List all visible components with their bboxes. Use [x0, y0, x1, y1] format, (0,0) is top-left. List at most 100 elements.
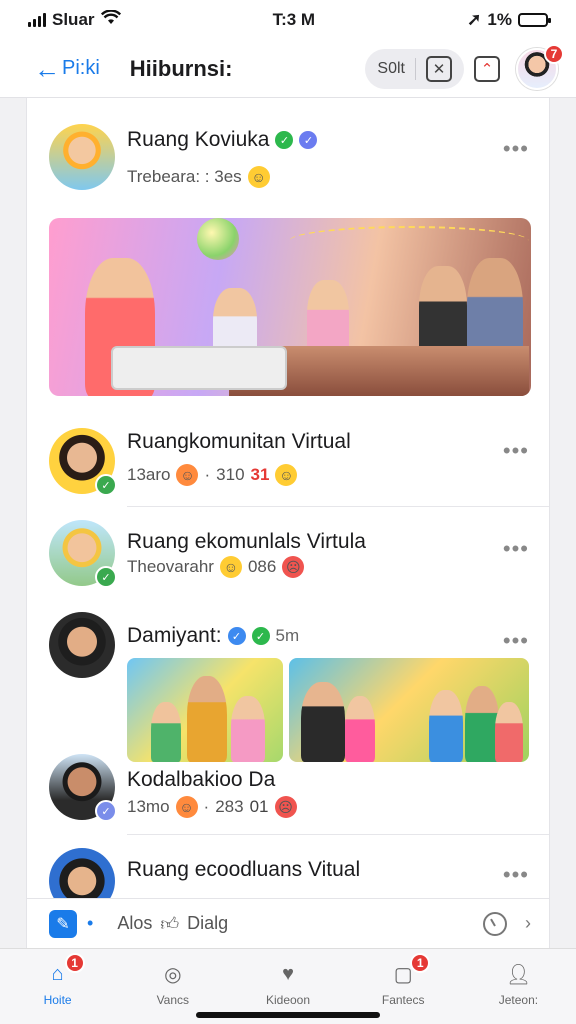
avatar[interactable]: [49, 124, 115, 190]
verified-icon: ✓: [227, 627, 246, 645]
tab-label: Fantecs: [381, 993, 425, 1007]
profile-badge: 7: [544, 43, 564, 64]
signal-icon: [28, 13, 46, 27]
app-header: ← Pi:ki Hiiburnsi: S0lt ✕ ⌃ 7: [0, 40, 576, 98]
back-label: Pi:ki: [62, 57, 100, 79]
post-author-name[interactable]: Ruangkomunitan Virtual: [127, 430, 351, 454]
meta-dot: ·: [204, 465, 211, 484]
angry-emoji-icon: ☹: [274, 796, 297, 818]
home-icon: ⌂ 1: [43, 953, 85, 989]
profile-avatar[interactable]: 7: [516, 43, 564, 90]
compose-label-b[interactable]: Dialg: [187, 913, 228, 934]
status-right: ➚ 1%: [467, 10, 551, 30]
heart-icon: ♥: [282, 962, 294, 985]
post-author-name[interactable]: Kodalbakioo Da: [127, 768, 275, 792]
back-button[interactable]: ← Pi:ki: [34, 56, 100, 82]
avatar[interactable]: [49, 612, 115, 678]
console-shape: [111, 346, 287, 390]
compose-icon[interactable]: ✎: [49, 909, 77, 938]
tab-label: Vancs: [156, 993, 190, 1007]
clock-icon[interactable]: [483, 911, 507, 936]
post-author-name: Damiyant:: [127, 624, 222, 647]
more-options-icon[interactable]: •••: [503, 628, 529, 654]
carrier-label: Sluar: [52, 10, 95, 29]
tab-label: Hoite: [43, 993, 72, 1007]
battery-icon: [517, 13, 551, 27]
clock-time: T:3 M: [272, 10, 316, 29]
post-meta: Trebeara: : 3es ☺: [127, 166, 270, 188]
post-3-meta-row: Theovarahr ☺ 086 ☹: [27, 556, 549, 586]
meta-text-a: 13aro: [127, 465, 171, 484]
home-indicator: [196, 1012, 380, 1018]
more-options-icon[interactable]: •••: [503, 136, 529, 162]
battery-percent: 1%: [487, 10, 512, 29]
header-actions: S0lt ✕ ⌃ 7: [365, 43, 564, 90]
compose-right: ›: [483, 911, 531, 936]
tab-badge: 1: [410, 953, 431, 973]
back-arrow-icon: ←: [34, 53, 60, 84]
smile-emoji-icon: ☺: [219, 556, 242, 578]
divider: [127, 834, 549, 835]
verified-icon: ✓: [299, 131, 318, 149]
chevron-right-icon[interactable]: ›: [525, 913, 531, 934]
meta-text-c: 01: [249, 797, 269, 816]
post-image-left[interactable]: [127, 658, 283, 762]
compose-bar: ✎ • Alos 👍︎ Dialg ›: [26, 898, 550, 948]
string-lights-icon: [289, 226, 529, 256]
notification-box-icon[interactable]: ⌃: [474, 55, 500, 82]
meta-text-a: Theovarahr: [127, 557, 214, 576]
post-6[interactable]: Ruang ecoodluans Vitual •••: [27, 840, 549, 898]
tab-label: Kideoon: [265, 993, 311, 1007]
post-author[interactable]: Ruang Koviuka ✓ ✓: [127, 128, 318, 152]
smile-emoji-icon: ☺: [247, 166, 270, 188]
verified-icon: ✓: [251, 627, 270, 645]
tab-badge: 1: [64, 953, 85, 973]
like-icon: 👍︎: [160, 913, 180, 934]
online-badge-icon: ✓: [95, 474, 117, 496]
post-author-name[interactable]: Ruang ekomunlals Virtula: [127, 530, 366, 554]
tab-home[interactable]: ⌂ 1 Hoite: [0, 949, 115, 1024]
post-image-right[interactable]: [289, 658, 529, 762]
post-meta: Theovarahr ☺ 086 ☹: [127, 556, 305, 578]
compass-icon: ◎: [164, 963, 182, 986]
meta-dot: ·: [203, 797, 210, 816]
pill-label[interactable]: S0lt: [377, 60, 405, 78]
feed: Ruang Koviuka ✓ ✓ Trebeara: : 3es ☺ ••• …: [26, 98, 550, 898]
compose-labels: Alos 👍︎ Dialg: [117, 913, 228, 935]
post-image[interactable]: [49, 218, 531, 396]
post-meta: 13aro ☺ · 310 31 ☺: [127, 464, 298, 486]
meta-text-b: 310: [216, 465, 245, 484]
header-pill: S0lt ✕: [365, 48, 464, 89]
bell-icon: ▢ 1: [388, 953, 431, 989]
more-options-icon[interactable]: •••: [503, 862, 529, 888]
post-author[interactable]: Damiyant: ✓ ✓ 5m: [127, 624, 299, 648]
verified-icon: ✓: [275, 131, 294, 149]
dot-icon: •: [87, 913, 94, 933]
location-icon: ➚: [467, 10, 482, 29]
angry-emoji-icon: ☹: [282, 556, 305, 578]
tab-profile[interactable]: 👤︎ Jeteon:: [461, 949, 576, 1024]
avatar[interactable]: [49, 848, 115, 898]
compose-label-a[interactable]: Alos: [117, 913, 152, 934]
post-meta: 13mo ☺ · 283 01 ☹: [127, 796, 297, 818]
post-author-name[interactable]: Ruang ecoodluans Vitual: [127, 858, 360, 882]
online-badge-icon: ✓: [95, 800, 117, 822]
page-title: Hiiburnsi:: [129, 55, 233, 81]
sticker-icon[interactable]: ✕: [426, 55, 452, 82]
post-5[interactable]: ✓ Kodalbakioo Da 13mo ☺ · 283 01 ☹: [27, 748, 549, 835]
post-1[interactable]: Ruang Koviuka ✓ ✓ Trebeara: : 3es ☺ •••: [27, 98, 549, 398]
post-meta-text: Trebeara: : 3es: [127, 167, 242, 186]
person-icon: 👤︎: [505, 963, 532, 986]
post-time: 5m: [275, 626, 300, 645]
meta-text-b: 086: [247, 557, 277, 576]
pill-divider: [415, 57, 416, 80]
post-2[interactable]: ✓ Ruangkomunitan Virtual 13aro ☺ · 310 3…: [27, 408, 549, 508]
divider: [127, 506, 549, 507]
more-options-icon[interactable]: •••: [503, 438, 529, 464]
tab-label: Jeteon:: [498, 993, 539, 1007]
status-left: Sluar: [28, 9, 121, 30]
wifi-icon: [100, 9, 121, 30]
meta-text-b: 283: [215, 797, 244, 816]
balloon-icon: [197, 218, 239, 260]
laugh-emoji-icon: ☺: [175, 796, 198, 818]
